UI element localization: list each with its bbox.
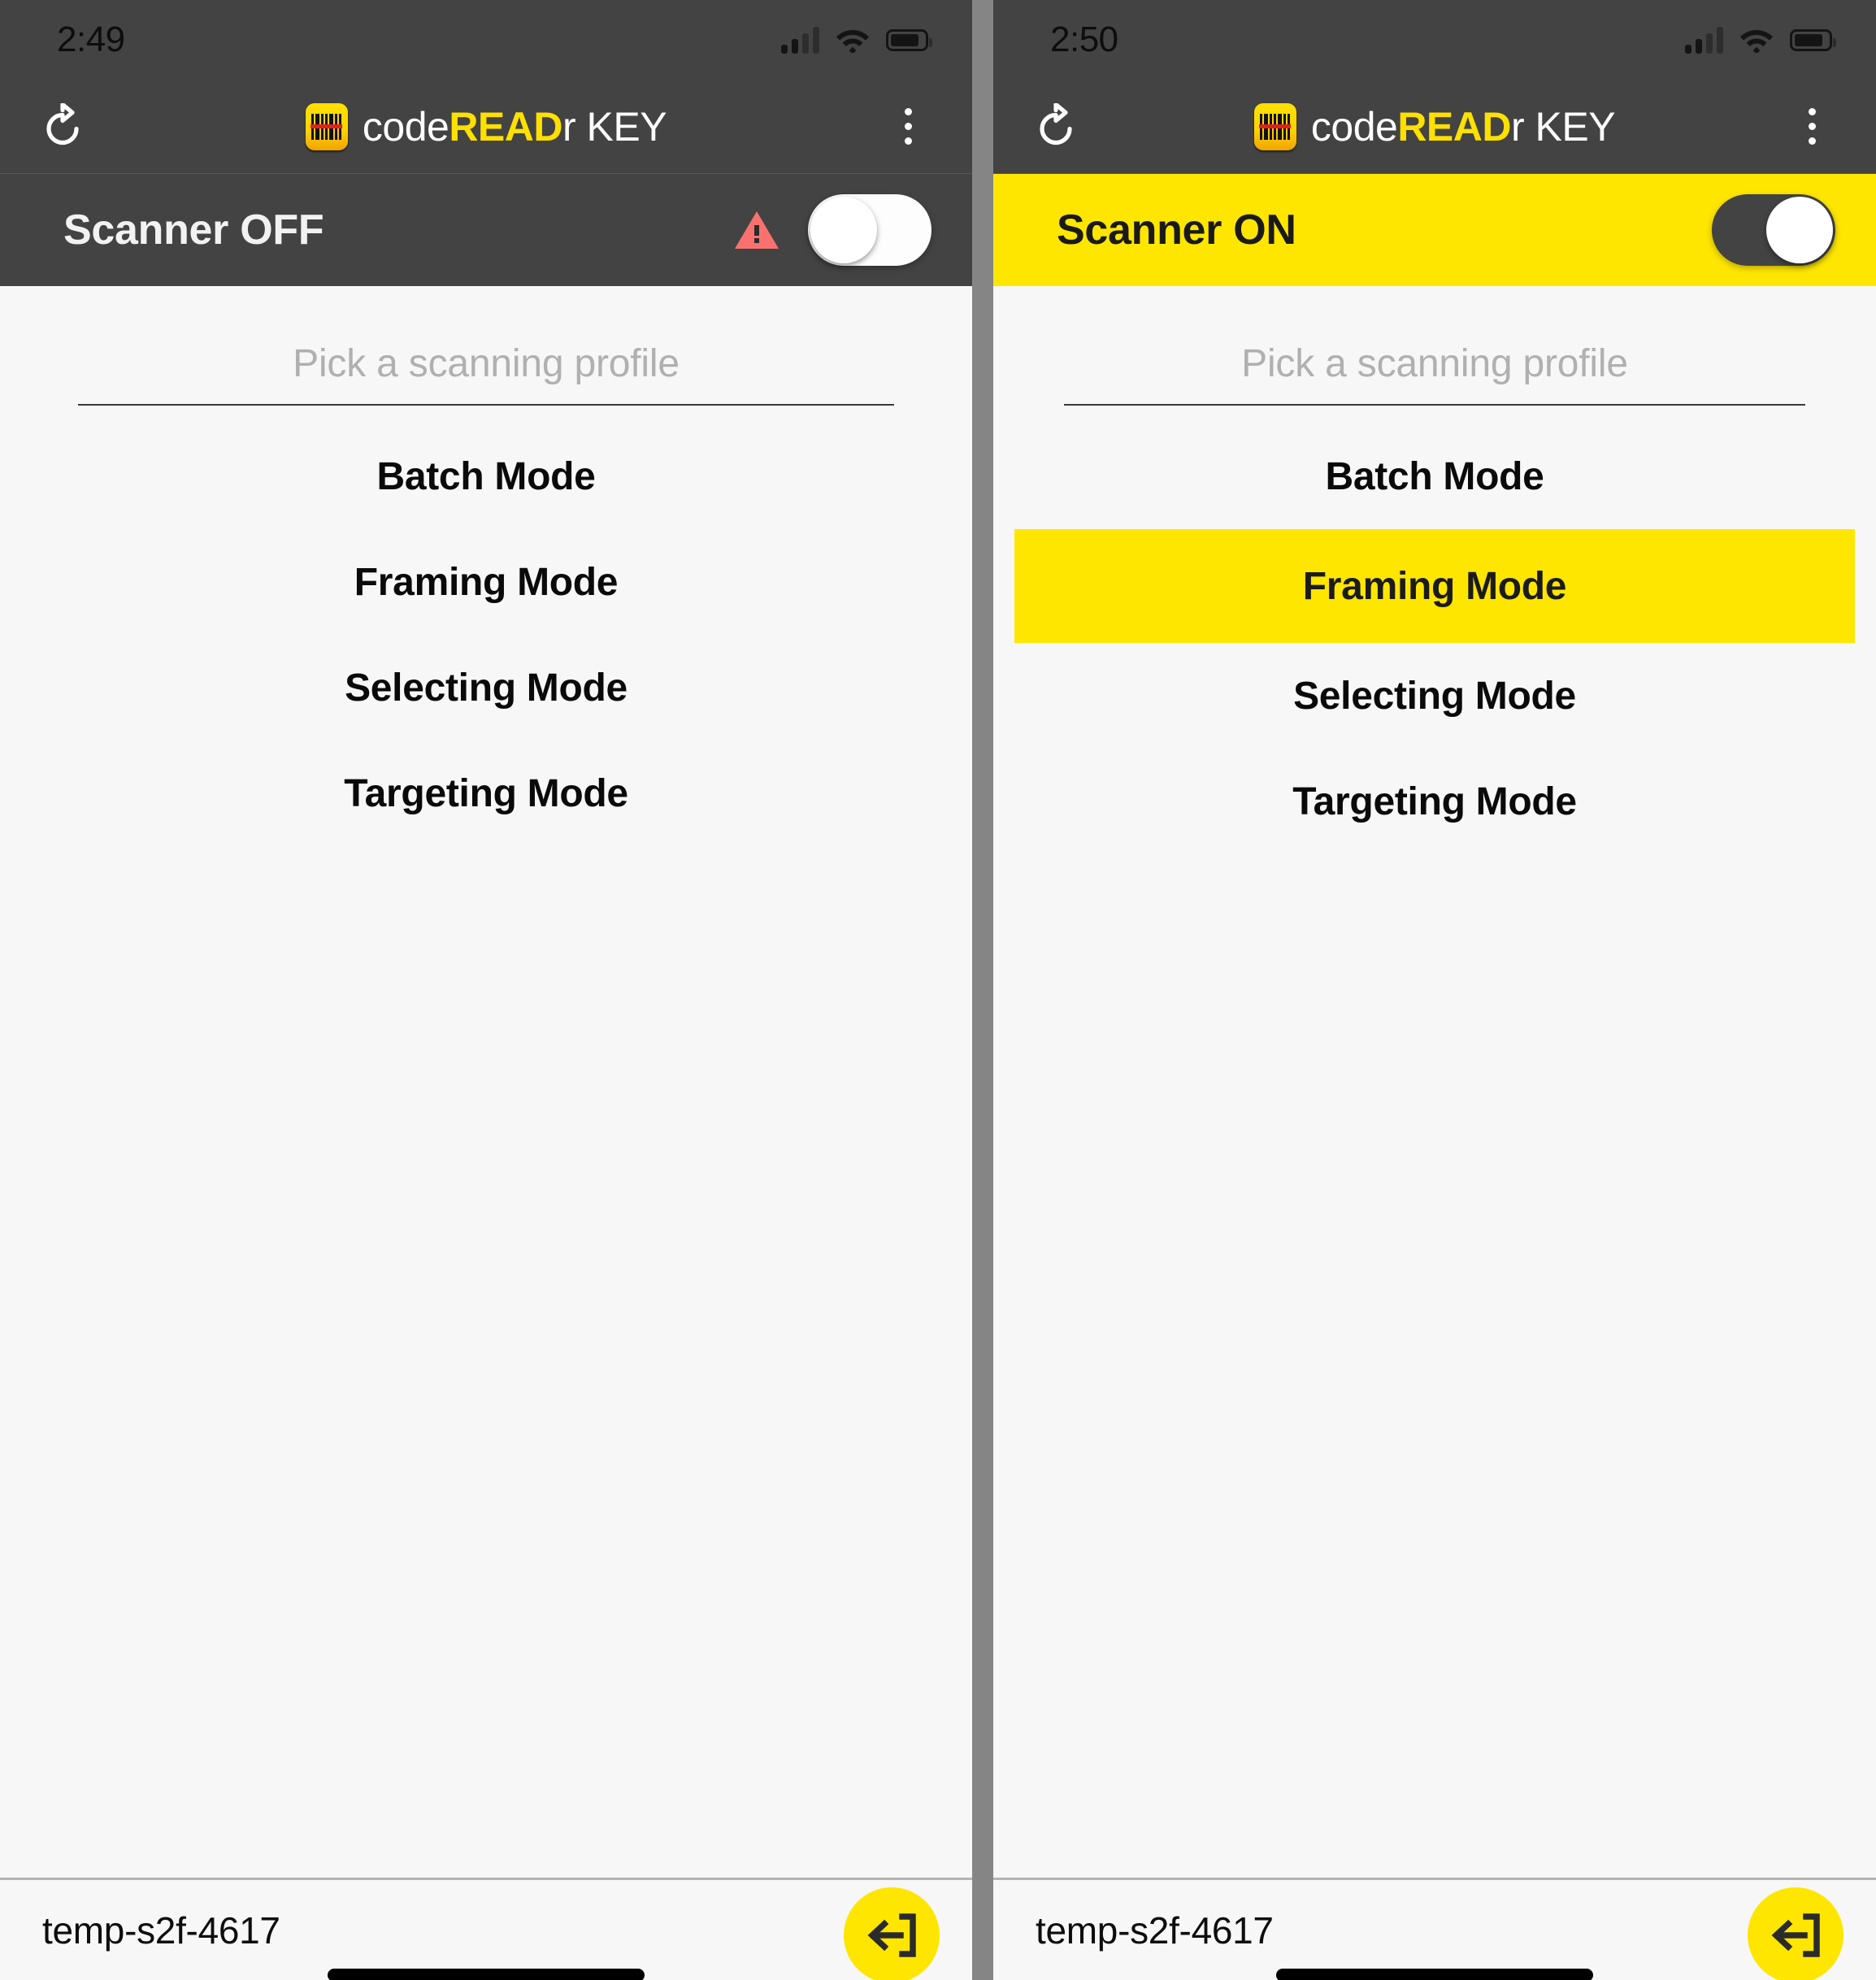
mode-item-batch[interactable]: Batch Mode (993, 423, 1876, 529)
barcode-app-logo-icon (305, 102, 348, 150)
scanner-toggle[interactable] (1712, 194, 1835, 266)
phone-panel-left: 2:49 codeREADr KEY Scanner OFF Pick a sc… (0, 0, 972, 1980)
brand-lockup: codeREADr KEY (0, 102, 972, 150)
mode-item-targeting[interactable]: Targeting Mode (993, 749, 1876, 854)
mode-list: Batch Mode Framing Mode Selecting Mode T… (0, 423, 972, 846)
session-id-label: temp-s2f-4617 (42, 1908, 280, 1952)
scanner-status-bar: Scanner OFF (0, 174, 972, 286)
app-title: codeREADr KEY (1310, 103, 1616, 150)
cellular-signal-icon (1685, 26, 1723, 54)
main-content: Pick a scanning profile Batch Mode Frami… (0, 286, 972, 1878)
status-clock: 2:49 (57, 20, 125, 59)
app-title: codeREADr KEY (363, 103, 667, 150)
toggle-knob (810, 197, 877, 263)
mode-item-framing[interactable]: Framing Mode (0, 529, 972, 635)
home-indicator (0, 1969, 972, 1980)
scanner-status-bar: Scanner ON (993, 174, 1876, 286)
bottom-bar: temp-s2f-4617 (993, 1878, 1876, 1980)
mode-list: Batch Mode Framing Mode Selecting Mode T… (993, 423, 1876, 854)
status-bar: 2:49 (0, 0, 972, 80)
scanner-toggle[interactable] (808, 194, 931, 266)
panel-divider (972, 0, 993, 1980)
brand-bold: READ (1397, 103, 1512, 150)
comparison-screenshot: 2:49 codeREADr KEY Scanner OFF Pick a sc… (0, 0, 1876, 1980)
status-icon-group (1685, 26, 1836, 54)
status-clock: 2:50 (1050, 20, 1118, 59)
scanner-status-label: Scanner ON (1057, 206, 1296, 254)
battery-icon (1790, 28, 1836, 51)
brand-suffix: r KEY (1511, 103, 1616, 150)
brand-prefix: code (1310, 103, 1398, 150)
profile-picker[interactable]: Pick a scanning profile (1063, 341, 1806, 406)
app-bar: codeREADr KEY (0, 80, 972, 174)
status-bar: 2:50 (993, 0, 1876, 80)
brand-lockup: codeREADr KEY (993, 102, 1876, 150)
kebab-menu-icon[interactable] (1783, 92, 1840, 162)
wifi-icon (1739, 27, 1774, 54)
refresh-icon[interactable] (1021, 102, 1091, 150)
mode-item-batch[interactable]: Batch Mode (0, 423, 972, 529)
mode-item-targeting[interactable]: Targeting Mode (0, 740, 972, 846)
scanner-controls (1712, 194, 1835, 266)
wifi-icon (836, 27, 870, 54)
profile-placeholder: Pick a scanning profile (293, 342, 680, 385)
kebab-menu-icon[interactable] (879, 92, 936, 162)
session-id-label: temp-s2f-4617 (1036, 1908, 1274, 1952)
scanner-status-label: Scanner OFF (63, 206, 324, 254)
exit-logout-icon[interactable] (1748, 1887, 1843, 1980)
profile-picker[interactable]: Pick a scanning profile (77, 341, 895, 406)
barcode-app-logo-icon (1253, 102, 1296, 150)
app-bar: codeREADr KEY (993, 80, 1876, 174)
home-indicator (993, 1969, 1876, 1980)
bottom-bar: temp-s2f-4617 (0, 1878, 972, 1980)
battery-icon (886, 28, 932, 51)
refresh-icon[interactable] (28, 102, 98, 150)
status-icon-group (781, 26, 932, 54)
phone-panel-right: 2:50 codeREADr KEY Scanner ON Pick a sca… (993, 0, 1876, 1980)
mode-item-selecting[interactable]: Selecting Mode (993, 643, 1876, 749)
mode-item-selecting[interactable]: Selecting Mode (0, 635, 972, 740)
profile-placeholder: Pick a scanning profile (1241, 342, 1628, 385)
scanner-controls (733, 194, 931, 266)
warning-triangle-icon (735, 211, 779, 249)
mode-item-framing[interactable]: Framing Mode (1014, 529, 1855, 643)
toggle-knob (1766, 197, 1833, 263)
exit-logout-icon[interactable] (844, 1887, 940, 1980)
brand-prefix: code (362, 103, 449, 150)
cellular-signal-icon (781, 26, 819, 54)
main-content: Pick a scanning profile Batch Mode Frami… (993, 286, 1876, 1878)
brand-bold: READ (449, 103, 563, 150)
brand-suffix: r KEY (562, 103, 667, 150)
